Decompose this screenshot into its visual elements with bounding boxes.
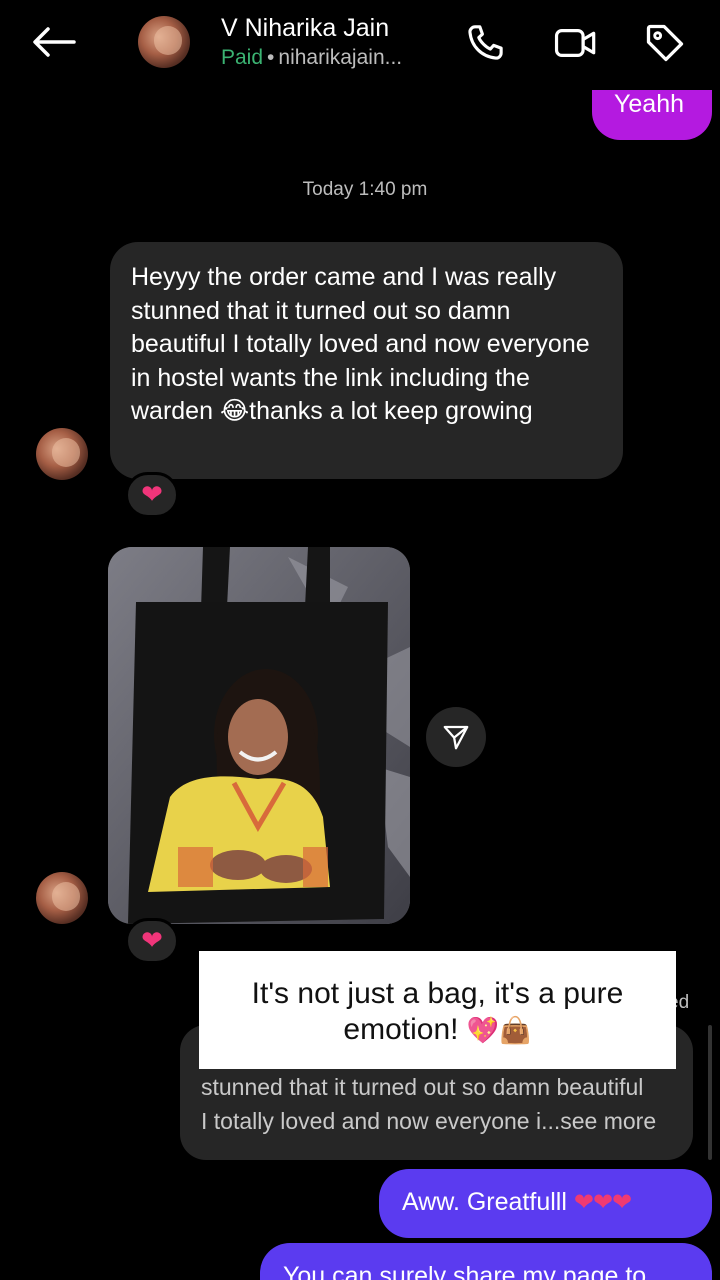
video-call-button[interactable] <box>553 20 599 66</box>
reply-quote-line: stunned that it turned out so damn beaut… <box>201 1074 644 1100</box>
sender-avatar[interactable] <box>36 872 88 924</box>
voice-call-button[interactable] <box>462 20 508 66</box>
caption-line: It's not just a bag, it's a pure <box>251 977 624 1010</box>
heart-icon: ❤ <box>141 480 163 510</box>
contact-handle: niharikajain... <box>278 46 403 69</box>
heart-icon: ❤ <box>141 926 163 956</box>
send-icon <box>443 725 469 750</box>
chat-header: V Niharika Jain Paid • niharikajain... <box>0 0 720 90</box>
contact-avatar[interactable] <box>138 16 190 68</box>
caption-text: emotion! <box>343 1013 467 1046</box>
tag-button[interactable] <box>642 20 688 66</box>
contact-subtitle[interactable]: Paid • niharikajain... <box>221 46 402 70</box>
chat-timestamp: Today 1:40 pm <box>302 179 428 200</box>
arrow-left-icon <box>33 27 76 57</box>
paid-label: Paid <box>221 46 264 69</box>
tote-bag-photo[interactable] <box>108 547 410 924</box>
back-button[interactable] <box>30 22 78 62</box>
reply-quote-line: I totally loved and now everyone i...see… <box>201 1108 657 1134</box>
outgoing-message-share[interactable]: You can surely share my page to <box>260 1243 712 1280</box>
message-text: Aww. Greatfulll <box>402 1188 574 1216</box>
heart-reaction[interactable]: ❤ <box>125 472 179 518</box>
phone-icon <box>468 25 503 60</box>
caption-line-2: emotion! 💖👜 <box>199 1012 676 1049</box>
incoming-message[interactable]: Heyyy the order came and I was really st… <box>110 242 623 479</box>
tag-icon <box>646 24 684 62</box>
subtitle-separator: • <box>267 46 275 69</box>
sender-avatar[interactable] <box>36 428 88 480</box>
hearts-emoji-icon: ❤❤❤ <box>573 1188 632 1216</box>
contact-name[interactable]: V Niharika Jain <box>221 14 389 43</box>
heart-reaction[interactable]: ❤ <box>125 918 179 964</box>
heart-bag-emoji-icon: 💖👜 <box>466 1016 532 1046</box>
caption-overlay: It's not just a bag, it's a pure emotion… <box>199 951 676 1069</box>
video-camera-icon <box>554 29 596 57</box>
scroll-indicator <box>708 1025 712 1160</box>
share-button[interactable] <box>426 707 486 767</box>
outgoing-message-aww[interactable]: Aww. Greatfulll ❤❤❤ <box>379 1169 712 1238</box>
